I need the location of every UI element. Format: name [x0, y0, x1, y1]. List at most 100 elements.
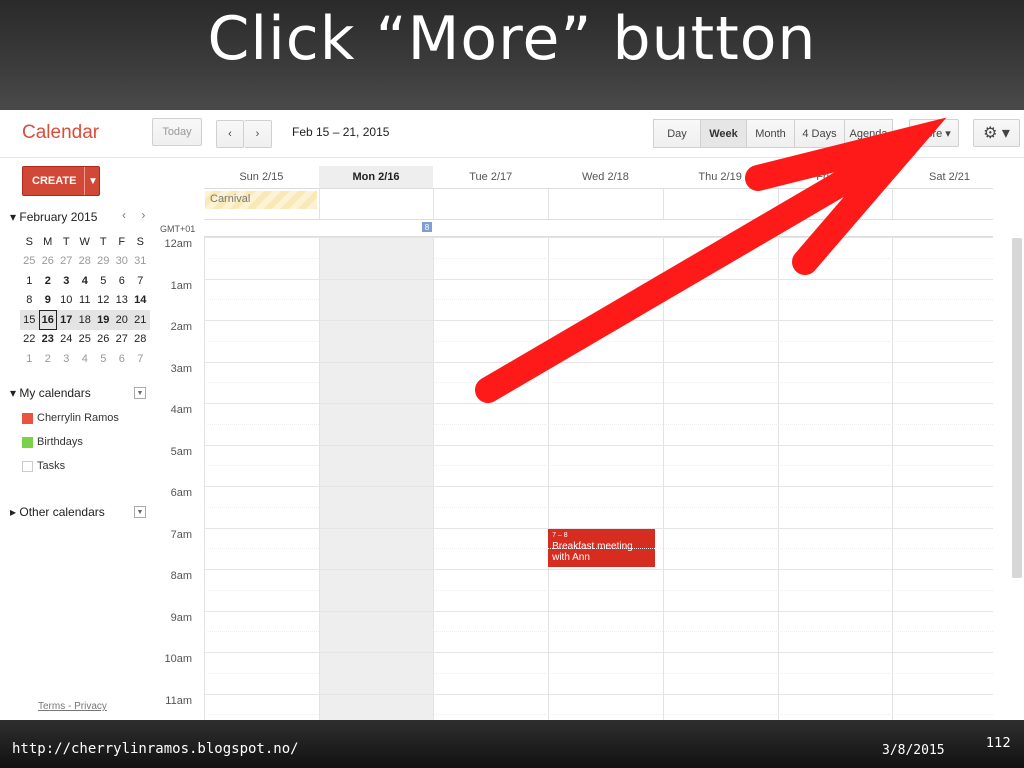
all-day-cell[interactable]	[777, 189, 779, 219]
terms-privacy-links[interactable]: Terms - Privacy	[38, 701, 107, 712]
mini-calendar-day[interactable]: 13	[113, 291, 132, 311]
day-column-header[interactable]: Sat 2/21	[892, 166, 1007, 188]
mini-calendar-day[interactable]: 8	[20, 291, 39, 311]
mini-calendar-day[interactable]: 19	[94, 310, 113, 330]
view-4days-button[interactable]: 4 Days	[795, 119, 845, 148]
day-column[interactable]	[433, 237, 548, 720]
view-month-button[interactable]: Month	[747, 119, 795, 148]
mini-calendar-day[interactable]: 17	[57, 310, 76, 330]
all-day-row[interactable]: Carnival	[204, 188, 993, 220]
all-day-cell[interactable]	[433, 189, 435, 219]
calendar-color-swatch	[22, 460, 33, 472]
day-column-header[interactable]: Thu 2/19	[663, 166, 778, 188]
mini-calendar-day[interactable]: 20	[112, 310, 131, 330]
day-column-header[interactable]: Mon 2/16	[318, 166, 434, 188]
mini-calendar-day[interactable]: 2	[39, 349, 58, 369]
half-hour-line	[204, 672, 993, 674]
all-day-cell[interactable]	[548, 189, 550, 219]
mini-calendar-day[interactable]: 28	[131, 330, 150, 350]
day-column-header[interactable]: Wed 2/18	[548, 166, 663, 188]
mini-calendar-day[interactable]: 28	[76, 252, 95, 272]
mini-calendar-day[interactable]: 24	[57, 330, 76, 350]
mini-calendar-nav[interactable]: ‹ ›	[122, 208, 151, 222]
mini-calendar-day[interactable]: 5	[94, 271, 113, 291]
mini-calendar-day[interactable]: 25	[20, 252, 39, 272]
mini-calendar-day[interactable]: 3	[57, 349, 76, 369]
half-hour-line	[204, 257, 993, 259]
settings-button[interactable]: ⚙ ▾	[973, 119, 1020, 147]
day-column[interactable]	[892, 237, 1007, 720]
mini-calendar-day[interactable]: 6	[113, 349, 132, 369]
today-button[interactable]: Today	[152, 118, 202, 146]
mini-calendar-day[interactable]: 27	[113, 330, 132, 350]
event-breakfast-meeting[interactable]: 7 – 8 Breakfast meeting with Ann	[548, 527, 655, 567]
my-calendars-dropdown-icon[interactable]: ▼	[134, 387, 146, 399]
footer-url[interactable]: http://cherrylinramos.blogspot.no/	[12, 741, 299, 757]
mini-calendar-day[interactable]: 10	[57, 291, 76, 311]
more-button[interactable]: More ▾	[909, 119, 959, 147]
mini-calendar-day[interactable]: 23	[39, 330, 58, 350]
all-day-cell[interactable]	[892, 189, 894, 219]
mini-calendar-day[interactable]: 27	[57, 252, 76, 272]
mini-calendar-day[interactable]: 4	[76, 349, 95, 369]
mini-calendar-day[interactable]: 16	[38, 310, 57, 330]
calendar-item-cherrylin[interactable]: Cherrylin Ramos	[22, 412, 119, 424]
create-dropdown-icon[interactable]: ▼	[84, 167, 101, 195]
mini-calendar-day[interactable]: 31	[131, 252, 150, 272]
day-column[interactable]	[777, 237, 893, 720]
mini-calendar-day[interactable]: 26	[94, 330, 113, 350]
weekday-header: S	[25, 235, 33, 248]
mini-calendar-day[interactable]: 18	[75, 310, 94, 330]
day-column[interactable]	[662, 237, 778, 720]
vertical-scrollbar[interactable]	[1012, 238, 1022, 578]
mini-calendar: S M T W T F S 25 26 27 28 29 30 31 1 2 3 4 5 6 7 8 9 10 11 12 13 14…	[20, 232, 150, 369]
mini-calendar-day[interactable]: 21	[131, 310, 150, 330]
day-column-header[interactable]: Fri 2/20	[778, 166, 893, 188]
app-name[interactable]: Calendar	[22, 122, 99, 144]
all-day-cell[interactable]	[318, 189, 320, 219]
time-grid[interactable]: 7 – 8 Breakfast meeting with Ann	[204, 236, 993, 720]
calendar-item-birthdays[interactable]: Birthdays	[22, 436, 83, 448]
mini-calendar-day[interactable]: 4	[76, 271, 95, 291]
day-column[interactable]	[204, 237, 319, 720]
day-column-header[interactable]: Tue 2/17	[433, 166, 548, 188]
calendar-item-tasks[interactable]: Tasks	[22, 460, 65, 472]
mini-calendar-day[interactable]: 26	[39, 252, 58, 272]
previous-week-button[interactable]: ‹	[216, 120, 244, 148]
mini-calendar-day[interactable]: 7	[131, 271, 150, 291]
mini-calendar-day[interactable]: 3	[57, 271, 76, 291]
mini-calendar-day[interactable]: 5	[94, 349, 113, 369]
mini-calendar-day[interactable]: 30	[113, 252, 132, 272]
view-week-button[interactable]: Week	[701, 119, 747, 148]
mini-calendar-day[interactable]: 14	[131, 291, 150, 311]
mini-calendar-day[interactable]: 6	[113, 271, 132, 291]
mini-calendar-day[interactable]: 11	[76, 291, 95, 311]
hour-label: 5am	[170, 445, 192, 458]
my-calendars-header[interactable]: ▾ My calendars	[10, 386, 91, 400]
view-agenda-button[interactable]: Agenda	[845, 119, 893, 148]
mini-calendar-day[interactable]: 1	[20, 349, 39, 369]
mini-calendar-day[interactable]: 2	[39, 271, 58, 291]
mini-calendar-title[interactable]: ▾ February 2015	[10, 210, 97, 224]
other-calendars-header[interactable]: ▸ Other calendars	[10, 505, 105, 519]
mini-calendar-day[interactable]: 7	[131, 349, 150, 369]
mini-calendar-day[interactable]: 22	[20, 330, 39, 350]
mini-calendar-day[interactable]: 25	[76, 330, 95, 350]
mini-calendar-day[interactable]: 9	[39, 291, 58, 311]
create-button[interactable]: CREATE ▼	[22, 166, 100, 196]
calendar-app: Calendar Today ‹ › Feb 15 – 21, 2015 Day…	[0, 110, 1024, 720]
day-column[interactable]	[548, 237, 663, 720]
all-day-cell[interactable]	[662, 189, 664, 219]
all-day-event[interactable]: Carnival	[205, 191, 317, 209]
mini-calendar-day[interactable]: 29	[94, 252, 113, 272]
mini-calendar-day[interactable]: 12	[94, 291, 113, 311]
day-column-header[interactable]: Sun 2/15	[204, 166, 319, 188]
hour-line	[204, 444, 993, 446]
mini-calendar-day[interactable]: 15	[20, 310, 39, 330]
next-week-button[interactable]: ›	[244, 120, 272, 148]
other-calendars-dropdown-icon[interactable]: ▼	[134, 506, 146, 518]
mini-calendar-day[interactable]: 1	[20, 271, 39, 291]
day-column[interactable]	[318, 237, 434, 720]
view-day-button[interactable]: Day	[653, 119, 701, 148]
half-hour-line	[204, 589, 993, 591]
